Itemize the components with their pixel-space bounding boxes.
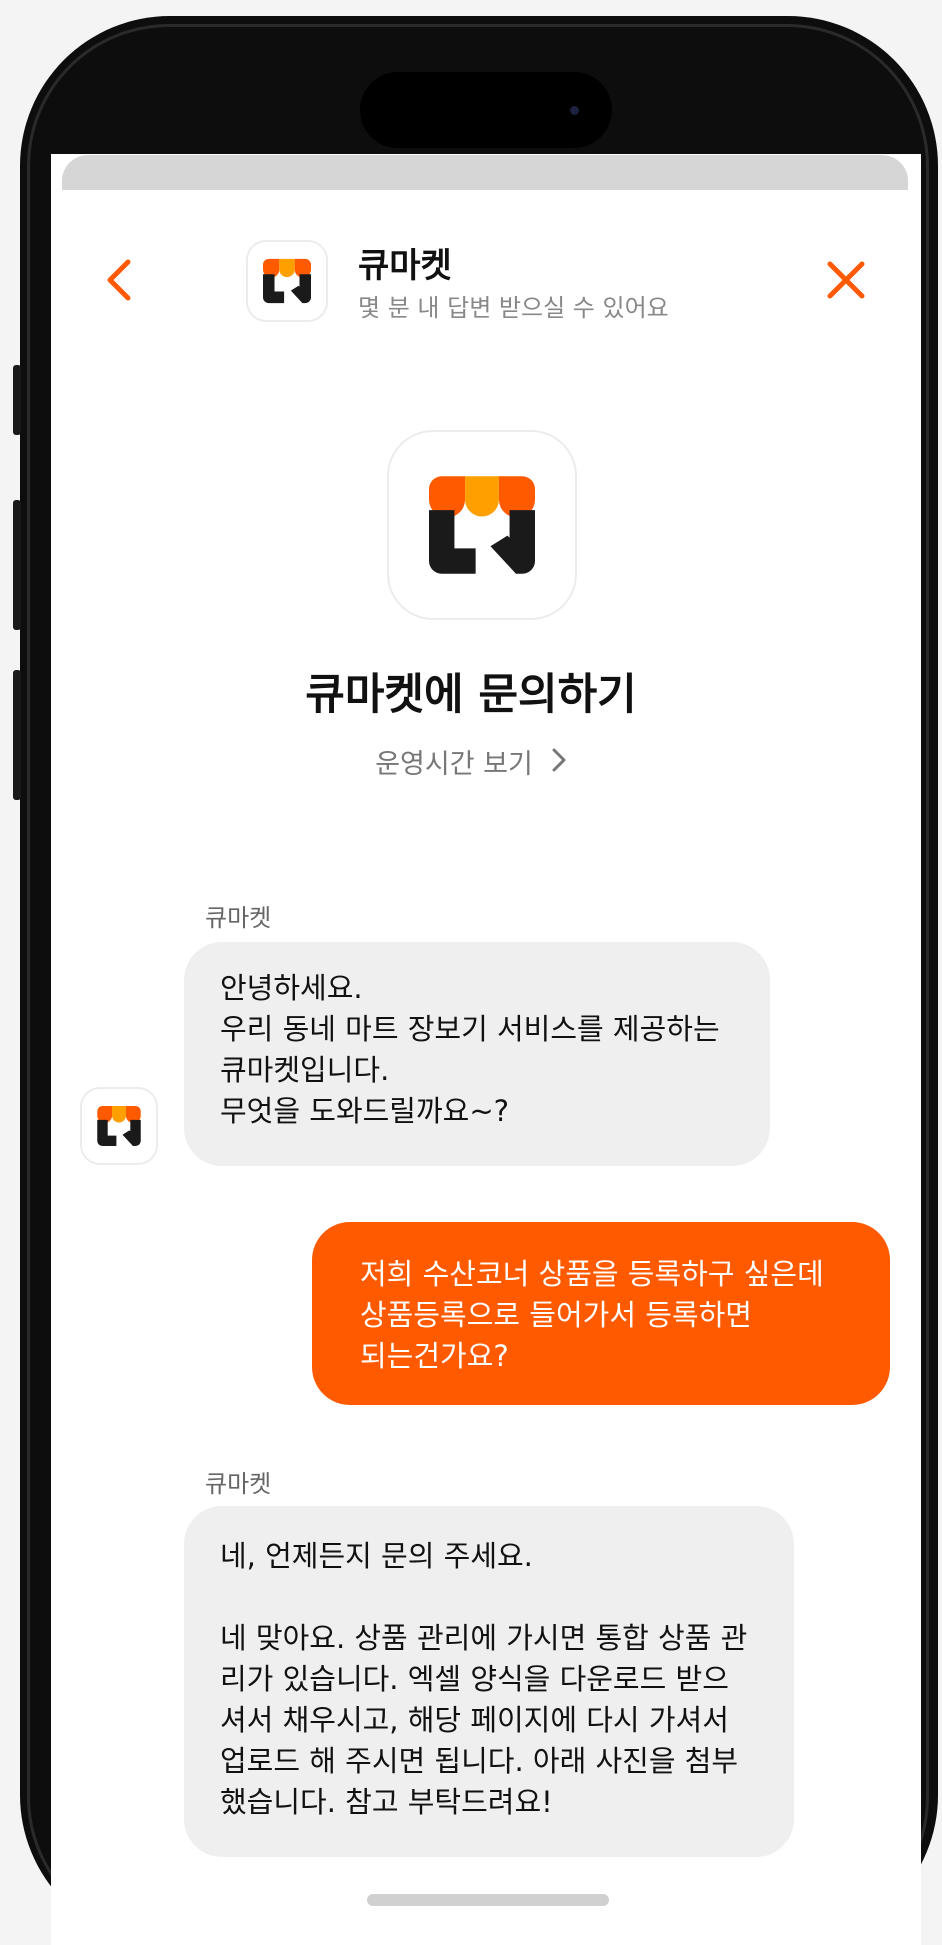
outgoing-message-bubble: 저희 수산코너 상품을 등록하구 싶은데 상품등록으로 들어가서 등록하면 되는… [312, 1222, 890, 1405]
inquiry-title: 큐마켓에 문의하기 [305, 670, 637, 720]
close-icon [827, 261, 865, 299]
mute-switch [13, 365, 21, 435]
operating-hours-label: 운영시간 보기 [375, 749, 533, 780]
home-indicator[interactable] [367, 1894, 609, 1906]
message-sender: 큐마켓 [205, 904, 272, 932]
message-line: 셔서 채우시고, 해당 페이지에 다시 가셔서 [220, 1703, 729, 1737]
camera-dot [570, 106, 579, 115]
sender-avatar [80, 1087, 158, 1165]
message-line [220, 1577, 794, 1618]
qmarket-logo-icon [429, 476, 535, 574]
header-title: 큐마켓 [358, 246, 452, 286]
message-line: 업로드 해 주시면 됩니다. 아래 사진을 첨부 [220, 1744, 739, 1778]
header-logo [246, 240, 328, 322]
qmarket-big-logo [387, 430, 577, 620]
chevron-left-icon [107, 259, 131, 301]
operating-hours-link[interactable]: 운영시간 보기 [0, 742, 942, 781]
message-line: 되는건가요? [360, 1339, 509, 1373]
incoming-message-bubble: 안녕하세요. 우리 동네 마트 장보기 서비스를 제공하는 큐마켓입니다. 무엇… [184, 942, 770, 1166]
message-line: 안녕하세요. [220, 971, 363, 1005]
message-line: 우리 동네 마트 장보기 서비스를 제공하는 [220, 1012, 720, 1046]
incoming-message-bubble: 네, 언제든지 문의 주세요. 네 맞아요. 상품 관리에 가시면 통합 상품 … [184, 1506, 794, 1857]
volume-up-button [13, 500, 21, 630]
chevron-right-icon [551, 747, 567, 780]
message-sender: 큐마켓 [205, 1470, 272, 1498]
message-line: 네 맞아요. 상품 관리에 가시면 통합 상품 관 [220, 1621, 748, 1655]
close-button[interactable] [818, 250, 874, 310]
message-line: 큐마켓입니다. [220, 1053, 390, 1087]
message-line: 무엇을 도와드릴까요~? [220, 1094, 510, 1128]
sheet-background-strip [62, 155, 908, 191]
header-subtitle: 몇 분 내 답변 받으실 수 있어요 [358, 294, 669, 322]
message-line: 상품등록으로 들어가서 등록하면 [360, 1298, 752, 1332]
message-line: 네, 언제든지 문의 주세요. [220, 1539, 533, 1573]
message-line: 저희 수산코너 상품을 등록하구 싶은데 [360, 1257, 824, 1291]
message-line: 했습니다. 참고 부탁드려요! [220, 1785, 553, 1819]
qmarket-logo-icon [263, 258, 311, 304]
message-line: 리가 있습니다. 엑셀 양식을 다운로드 받으 [220, 1662, 729, 1696]
qmarket-logo-icon [97, 1106, 141, 1146]
back-button[interactable] [100, 250, 144, 310]
